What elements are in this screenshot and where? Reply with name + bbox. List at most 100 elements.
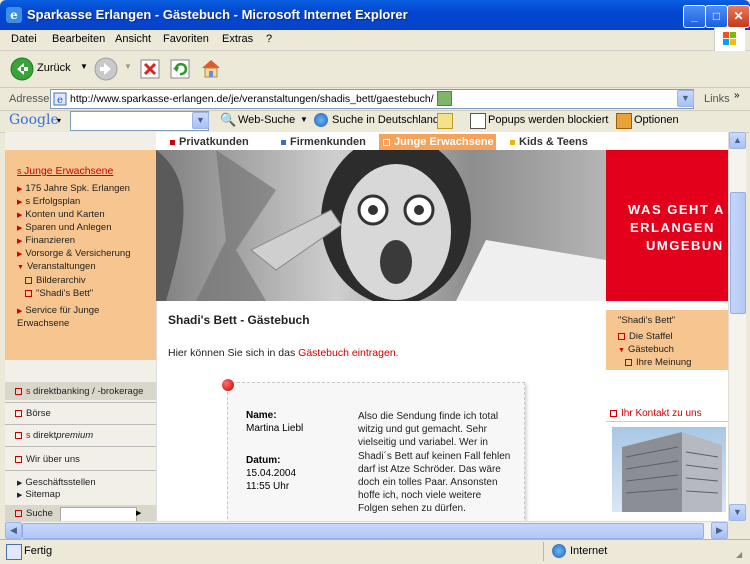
google-toolbar: Google ▾ ▼ 🔍 Web-Suche ▼ Suche in Deutsc… [0, 110, 750, 133]
left-nav-item[interactable]: ▶ Sparen und Anlegen [17, 222, 112, 233]
page-title: Shadi's Bett - Gästebuch [168, 313, 310, 327]
menu-bearbeiten[interactable]: Bearbeiten [52, 33, 105, 45]
search-label: Suche [15, 508, 53, 519]
divider [5, 402, 156, 403]
tab-privatkunden[interactable]: Privatkunden [170, 134, 249, 150]
options-button[interactable]: Optionen [634, 114, 679, 126]
links-label[interactable]: Links [704, 93, 730, 105]
geschaeftsstellen-link[interactable]: ▶ Geschäftsstellen [17, 477, 96, 488]
resize-grip-icon[interactable]: ◢ [736, 550, 742, 559]
divider [5, 470, 156, 471]
scroll-down-button[interactable]: ▼ [729, 504, 746, 521]
google-search-input[interactable]: ▼ [70, 111, 209, 131]
popup-blocker-button[interactable]: Popups werden blockiert [488, 114, 608, 126]
right-nav-subitem[interactable]: Ihre Meinung [625, 357, 691, 368]
sitemap-link[interactable]: ▶ Sitemap [17, 489, 60, 500]
left-nav-subitem-active[interactable]: "Shadi's Bett" [25, 288, 93, 299]
contact-link[interactable]: Ihr Kontakt zu uns [610, 408, 702, 419]
left-nav-heading[interactable]: s Junge Erwachsene [17, 165, 113, 177]
left-nav-item[interactable]: ▶ Konten und Karten [17, 209, 105, 220]
tab-junge-erwachsene[interactable]: Junge Erwachsene [379, 134, 496, 150]
address-dropdown-button[interactable]: ▼ [677, 90, 694, 107]
vertical-scrollbar[interactable]: ▲ ▼ [728, 132, 746, 521]
google-search-dropdown[interactable]: ▼ [192, 112, 209, 129]
security-zone: Internet [570, 545, 608, 557]
direktpremium-link[interactable]: s direktpremium [15, 430, 93, 441]
windows-flag-icon [714, 27, 745, 51]
address-label: Adresse [9, 93, 50, 105]
wir-ueber-uns-link[interactable]: Wir über uns [15, 454, 80, 465]
horizontal-scrollbar[interactable]: ◀ ▶ [5, 521, 728, 539]
left-nav-item-service-line2[interactable]: Erwachsene [17, 318, 69, 329]
entry-name-label: Name: [246, 410, 277, 421]
left-nav-item[interactable]: ▶ Vorsorge & Versicherung [17, 248, 130, 259]
google-logo[interactable]: Google [9, 112, 59, 128]
direktbanking-link[interactable]: s direktbanking / -brokerage [15, 386, 143, 397]
globe-icon [552, 544, 566, 558]
svg-text:e: e [57, 95, 63, 106]
scroll-right-button[interactable]: ▶ [711, 522, 728, 539]
scroll-up-button[interactable]: ▲ [729, 132, 746, 149]
tab-firmenkunden[interactable]: Firmenkunden [281, 134, 366, 150]
refresh-icon [170, 59, 190, 79]
back-label: Zurück [37, 62, 71, 74]
google-menu-chevron-icon[interactable]: ▾ [57, 116, 61, 125]
left-nav-item-service[interactable]: ▶ Service für Junge [17, 305, 99, 316]
guestbook-intro: Hier können Sie sich in das Gästebuch ei… [168, 347, 399, 359]
search-go-icon[interactable]: ▶ [136, 509, 141, 517]
url-text: http://www.sparkasse-erlangen.de/je/vera… [70, 93, 434, 105]
news-icon[interactable] [437, 113, 453, 129]
boerse-link[interactable]: Börse [15, 408, 51, 419]
ssl-go-icon [437, 91, 452, 106]
entry-date-value: 15.04.2004 [246, 468, 297, 479]
window-title: Sparkasse Erlangen - Gästebuch - Microso… [27, 7, 408, 22]
address-input[interactable]: e http://www.sparkasse-erlangen.de/je/ve… [50, 89, 694, 109]
horizontal-scroll-thumb[interactable] [22, 523, 704, 539]
site-search-input[interactable] [60, 507, 137, 521]
menu-ansicht[interactable]: Ansicht [115, 33, 151, 45]
vertical-scroll-thumb[interactable] [730, 192, 746, 314]
menu-favoriten[interactable]: Favoriten [163, 33, 209, 45]
divider [5, 424, 156, 425]
forward-arrow-icon [94, 57, 118, 81]
entry-message: Also die Sendung finde ich total witzig … [358, 411, 511, 515]
menu-help[interactable]: ? [266, 33, 272, 45]
maximize-button[interactable]: □ [705, 5, 728, 28]
close-button[interactable]: ✕ [727, 5, 750, 28]
title-bar[interactable]: e Sparkasse Erlangen - Gästebuch - Micro… [0, 0, 750, 30]
promo-banner[interactable]: WAS GEHT A ERLANGEN UMGEBUN [606, 150, 728, 301]
scroll-left-button[interactable]: ◀ [5, 522, 22, 539]
chevron-right-icon[interactable]: » [734, 90, 740, 101]
menu-datei[interactable]: Datei [11, 33, 37, 45]
right-nav-item-expanded[interactable]: ▼ Gästebuch [618, 344, 674, 355]
page-status-icon [6, 544, 22, 560]
web-search-dropdown-icon[interactable]: ▼ [300, 115, 308, 124]
status-bar: Fertig Internet ◢ [0, 539, 750, 564]
status-text: Fertig [24, 545, 53, 557]
promo-line-1: WAS GEHT A [628, 202, 725, 217]
left-nav-item[interactable]: ▶ 175 Jahre Spk. Erlangen [17, 183, 130, 194]
web-search-button[interactable]: Web-Suche [238, 114, 295, 126]
left-nav-subitem[interactable]: Bilderarchiv [25, 275, 86, 286]
left-nav-item[interactable]: ▶ s Erfolgsplan [17, 196, 80, 207]
forward-button[interactable] [94, 57, 118, 84]
banner-woman-illustration [156, 150, 606, 301]
stop-button[interactable] [140, 59, 160, 79]
guestbook-entry-link[interactable]: Gästebuch eintragen. [298, 347, 398, 359]
minimize-button[interactable]: _ [683, 5, 706, 28]
back-dropdown-icon[interactable]: ▼ [80, 62, 88, 71]
left-nav-item[interactable]: ▶ Finanzieren [17, 235, 75, 246]
tab-kids-teens[interactable]: Kids & Teens [510, 134, 588, 150]
promo-line-2: ERLANGEN [630, 220, 715, 235]
entry-name-value: Martina Liebl [246, 423, 304, 434]
divider [543, 542, 544, 561]
home-button[interactable] [200, 57, 222, 79]
menu-extras[interactable]: Extras [222, 33, 253, 45]
web-search-icon: 🔍 [220, 112, 237, 127]
search-germany-button[interactable]: Suche in Deutschland [332, 114, 439, 126]
right-nav-item[interactable]: Die Staffel [618, 331, 673, 342]
refresh-button[interactable] [170, 59, 190, 79]
banner-photo [156, 150, 606, 301]
left-nav-item-expanded[interactable]: ▼ Veranstaltungen [17, 261, 96, 272]
forward-dropdown-icon[interactable]: ▼ [124, 62, 132, 71]
